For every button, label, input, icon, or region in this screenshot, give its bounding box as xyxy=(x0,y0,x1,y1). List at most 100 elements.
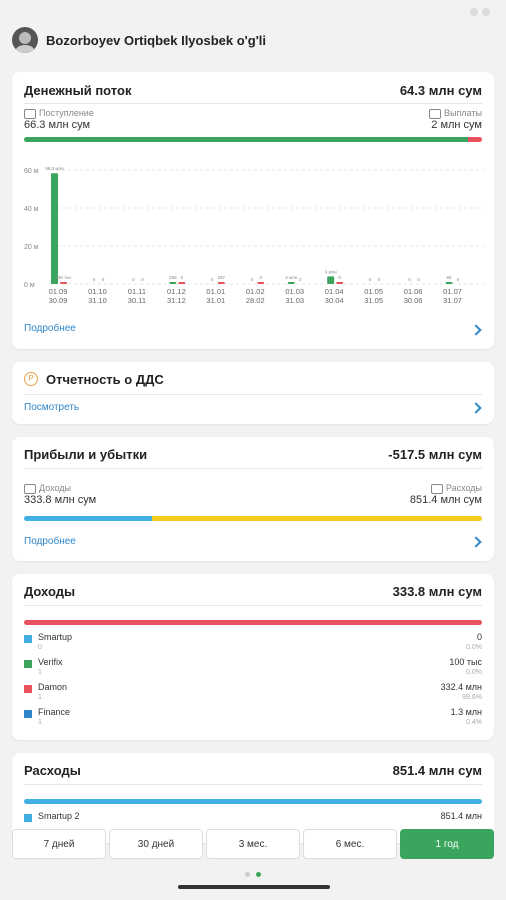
legend-swatch xyxy=(24,685,32,693)
bar-value-label: 0 xyxy=(378,277,381,282)
income-count: 1 xyxy=(38,669,42,676)
chevron-right-icon[interactable] xyxy=(470,324,482,336)
profile-header[interactable]: Bozorboyev Ortiqbek Ilyosbek o'g'li xyxy=(12,26,266,54)
x-tick-label: 31.03 xyxy=(285,296,304,305)
bar-value-label: 255 xyxy=(169,275,177,280)
wallet-icon xyxy=(24,108,36,119)
legend-swatch xyxy=(24,635,32,643)
income-bar xyxy=(24,620,482,625)
x-tick-label: 31.12 xyxy=(167,296,186,305)
x-tick-label: 30.04 xyxy=(325,296,344,305)
bar-value-label: 0 xyxy=(338,275,341,280)
bar-value-label: 0 xyxy=(102,277,105,282)
divider xyxy=(24,394,482,395)
bar-value-label: 58.3 млн xyxy=(45,166,64,171)
y-tick-label: 40 м xyxy=(24,206,39,213)
income-count: 1 xyxy=(38,694,42,701)
expenses-total: 851.4 млн сум xyxy=(392,763,482,778)
status-bar xyxy=(0,0,506,18)
expenses-title: Расходы xyxy=(24,763,81,778)
legend-swatch xyxy=(24,814,32,822)
x-tick-label: 01.11 xyxy=(128,287,146,296)
avatar[interactable] xyxy=(12,27,38,53)
chevron-right-icon[interactable] xyxy=(470,536,482,548)
home-indicator[interactable] xyxy=(178,885,330,889)
pnl-income-summary: Доходы 333.8 млн сум xyxy=(24,483,96,506)
income-bar xyxy=(327,276,335,284)
cash-flow-income-segment xyxy=(24,137,469,142)
pnl-expense-segment xyxy=(152,516,482,521)
pnl-expense-value: 851.4 млн сум xyxy=(409,493,482,506)
x-tick-label: 01.07 xyxy=(443,287,462,296)
income-value: 1.3 млн xyxy=(450,707,482,717)
period-button[interactable]: 30 дней xyxy=(109,829,203,859)
card-icon xyxy=(429,108,441,119)
bar-value-label: 0 xyxy=(181,275,184,280)
income-bar xyxy=(51,173,58,284)
expense-name: Smartup 2 xyxy=(38,811,80,821)
x-tick-label: 01.05 xyxy=(364,287,383,296)
bar-value-label: 0 xyxy=(260,275,263,280)
page-dot-active[interactable] xyxy=(256,872,261,877)
income-bar xyxy=(169,282,177,284)
x-tick-label: 31.10 xyxy=(88,296,107,305)
expense-bar xyxy=(336,282,344,284)
chevron-right-icon[interactable] xyxy=(470,402,482,414)
x-tick-label: 01.09 xyxy=(49,287,68,296)
cash-flow-total: 64.3 млн сум xyxy=(399,83,482,98)
bar-value-label: 65 xyxy=(447,275,453,280)
cash-income-value: 66.3 млн сум xyxy=(24,118,91,131)
income-value: 332.4 млн xyxy=(440,682,482,692)
x-tick-label: 01.03 xyxy=(285,287,304,296)
y-tick-label: 0 м xyxy=(24,282,35,289)
cash-expense-label: Выплаты xyxy=(444,108,482,118)
pnl-card: Прибыли и убытки -517.5 млн сум Доходы 3… xyxy=(12,437,494,561)
wifi-icon xyxy=(470,8,478,16)
income-row: Finance 1 1.3 млн 0.4% xyxy=(24,707,482,731)
cash-flow-more-link[interactable]: Подробнее xyxy=(24,323,76,334)
cash-flow-ratio-bar xyxy=(24,137,482,142)
bar-value-label: 287 xyxy=(218,275,226,280)
income-row: Verifix 1 100 тыс 0.0% xyxy=(24,657,482,681)
y-tick-label: 20 м xyxy=(24,244,39,251)
expense-bar xyxy=(217,282,225,284)
period-button[interactable]: 7 дней xyxy=(12,829,106,859)
pnl-income-value: 333.8 млн сум xyxy=(24,493,97,506)
user-name: Bozorboyev Ortiqbek Ilyosbek o'g'li xyxy=(46,32,267,48)
x-tick-label: 31.07 xyxy=(443,296,462,305)
pnl-expense-summary: Расходы 851.4 млн сум xyxy=(410,483,482,506)
bar-value-label: 0 xyxy=(299,277,302,282)
page-dot[interactable] xyxy=(245,872,250,877)
x-tick-label: 01.01 xyxy=(206,287,225,296)
income-row: Smartup 0 0 0.0% xyxy=(24,632,482,656)
income-count: 0 xyxy=(38,644,42,651)
pnl-more-link[interactable]: Подробнее xyxy=(24,536,76,547)
pnl-expense-label: Расходы xyxy=(445,483,482,493)
y-tick-label: 60 м xyxy=(24,168,39,175)
pnl-income-segment xyxy=(24,516,153,521)
cash-income-summary: Поступление 66.3 млн сум xyxy=(24,108,94,131)
income-count: 1 xyxy=(38,719,42,726)
period-button[interactable]: 1 год xyxy=(400,829,494,859)
card-icon xyxy=(430,483,443,494)
x-tick-label: 01.12 xyxy=(167,287,186,296)
dds-view-link[interactable]: Посмотреть xyxy=(24,402,79,413)
period-button[interactable]: 6 мес. xyxy=(303,829,397,859)
income-bar xyxy=(445,282,453,284)
expense-bar xyxy=(24,799,482,804)
income-name: Smartup xyxy=(38,632,73,642)
cash-income-label: Поступление xyxy=(39,108,94,118)
income-name: Damon xyxy=(38,682,68,692)
divider xyxy=(24,784,482,785)
bar-value-label: 4 млн xyxy=(325,269,337,274)
income-total: 333.8 млн сум xyxy=(392,584,482,599)
x-tick-label: 30.06 xyxy=(404,296,423,305)
bar-value-label: 0 xyxy=(211,277,214,282)
x-tick-label: 28.02 xyxy=(246,296,265,305)
income-percent: 0.4% xyxy=(466,719,482,726)
status-icons xyxy=(466,3,492,16)
income-percent: 99.6% xyxy=(462,694,482,701)
period-button[interactable]: 3 мес. xyxy=(206,829,300,859)
x-tick-label: 01.04 xyxy=(325,287,344,296)
legend-swatch xyxy=(24,660,32,668)
